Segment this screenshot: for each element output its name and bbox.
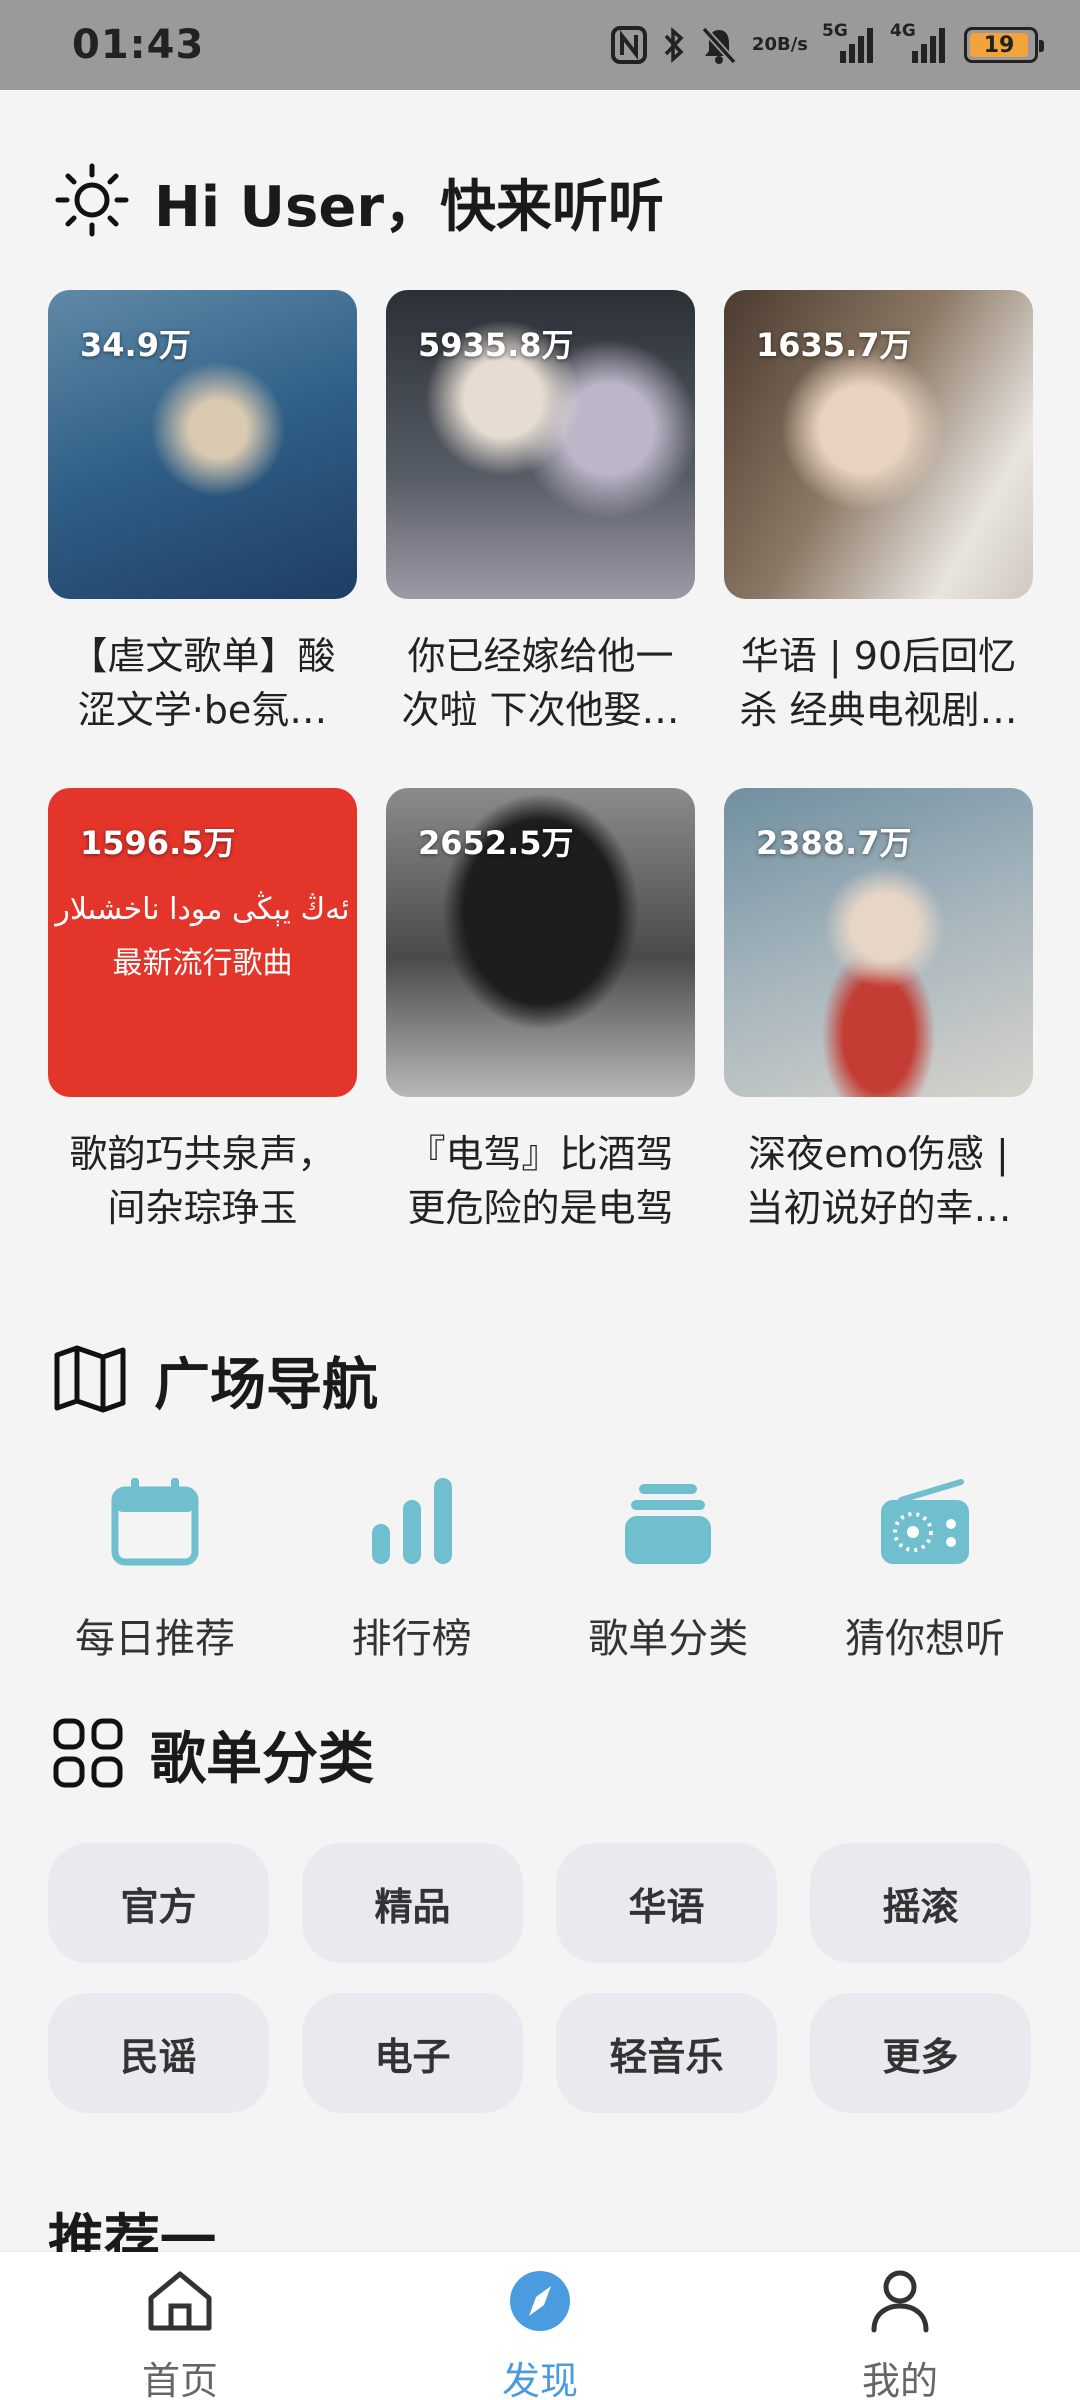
- playlist-title[interactable]: 【虐文歌单】酸涩文学·be氛…: [48, 629, 357, 737]
- tab-home[interactable]: 首页: [60, 2252, 300, 2400]
- plaza-title: 广场导航: [154, 1353, 378, 1418]
- signal-4g-icon: 4G: [890, 21, 950, 65]
- grid-icon: [52, 1717, 124, 1793]
- cover-caption-uyghur: ئەڭ يېڭى مودا ناخشىلار: [55, 892, 350, 927]
- net-speed-unit: B/s: [776, 34, 808, 55]
- category-chip[interactable]: 电子: [302, 1993, 523, 2113]
- nav-charts[interactable]: 排行榜: [297, 1470, 527, 1664]
- cover-caption-chinese: 最新流行歌曲: [112, 946, 293, 981]
- person-icon: [867, 2268, 933, 2338]
- category-chips: 官方 精品 华语 摇滚 民谣 电子 轻音乐 更多: [48, 1843, 1034, 2113]
- sun-icon: [52, 160, 132, 244]
- signal-4g-label: 4G: [890, 21, 916, 41]
- cover-caption: ئەڭ يېڭى مودا ناخشىلار 最新流行歌曲: [48, 883, 357, 991]
- playlist-cover[interactable]: 2388.7万: [724, 788, 1033, 1097]
- plaza-nav: 每日推荐 排行榜 歌单分类 猜你想听: [40, 1470, 1040, 1664]
- calendar-icon: [111, 1476, 199, 1570]
- nfc-icon: [610, 25, 648, 65]
- playlist-grid: 34.9万 【虐文歌单】酸涩文学·be氛… 5935.8万 你已经嫁给他一次啦 …: [48, 290, 1033, 1286]
- plaza-section-header: 广场导航: [52, 1340, 378, 1421]
- playlist-title[interactable]: 歌韵巧共泉声，间杂琮琤玉: [48, 1127, 357, 1235]
- nav-label: 每日推荐: [75, 1616, 235, 1662]
- signal-5g-label: 5G: [822, 21, 848, 41]
- playlist-card[interactable]: 1596.5万 ئەڭ يېڭى مودا ناخشىلار 最新流行歌曲 歌韵…: [48, 788, 357, 1286]
- battery-icon: 19: [964, 27, 1044, 63]
- nav-playlist-categories[interactable]: 歌单分类: [553, 1470, 783, 1664]
- playlist-title[interactable]: 华语 | 90后回忆杀 经典电视剧…: [724, 629, 1033, 737]
- category-title: 歌单分类: [150, 1727, 374, 1792]
- play-count: 34.9万: [80, 326, 191, 364]
- category-chip[interactable]: 华语: [556, 1843, 777, 1963]
- play-count: 1635.7万: [756, 326, 912, 364]
- playlist-card[interactable]: 1635.7万 华语 | 90后回忆杀 经典电视剧…: [724, 290, 1033, 788]
- map-icon: [52, 1343, 128, 1419]
- playlist-title[interactable]: 『电驾』比酒驾更危险的是电驾: [386, 1127, 695, 1235]
- playlist-cover[interactable]: 1596.5万 ئەڭ يېڭى مودا ناخشىلار 最新流行歌曲: [48, 788, 357, 1097]
- category-chip[interactable]: 轻音乐: [556, 1993, 777, 2113]
- greeting-header: Hi User，快来听听: [52, 160, 664, 244]
- bluetooth-icon: [662, 25, 686, 65]
- category-chip[interactable]: 民谣: [48, 1993, 269, 2113]
- playlist-card[interactable]: 2388.7万 深夜emo伤感 | 当初说好的幸…: [724, 788, 1033, 1286]
- playlist-cover[interactable]: 2652.5万: [386, 788, 695, 1097]
- playlist-cover[interactable]: 34.9万: [48, 290, 357, 599]
- playlist-card[interactable]: 34.9万 【虐文歌单】酸涩文学·be氛…: [48, 290, 357, 788]
- play-count: 1596.5万: [80, 824, 236, 862]
- category-chip[interactable]: 精品: [302, 1843, 523, 1963]
- bottom-tab-bar: 首页 发现 我的: [0, 2252, 1080, 2400]
- tab-label: 首页: [141, 2359, 218, 2400]
- play-count: 2388.7万: [756, 824, 912, 862]
- nav-label: 排行榜: [351, 1616, 472, 1662]
- playlist-card[interactable]: 2652.5万 『电驾』比酒驾更危险的是电驾: [386, 788, 695, 1286]
- signal-5g-icon: 5G: [822, 21, 876, 65]
- net-speed-value: 20: [751, 34, 777, 55]
- home-icon: [145, 2268, 215, 2338]
- bar-chart-icon: [370, 1476, 454, 1570]
- playlist-cover[interactable]: 5935.8万: [386, 290, 695, 599]
- play-count: 2652.5万: [418, 824, 574, 862]
- mute-bell-icon: [700, 25, 738, 65]
- category-section-header: 歌单分类: [52, 1714, 374, 1795]
- compass-icon: [507, 2268, 573, 2338]
- status-bar: 01:43 20 B/s 5G 4G 19: [0, 0, 1080, 90]
- play-count: 5935.8万: [418, 326, 574, 364]
- tab-label: 我的: [861, 2359, 938, 2400]
- nav-guess-you-like[interactable]: 猜你想听: [810, 1470, 1040, 1664]
- playlist-cover[interactable]: 1635.7万: [724, 290, 1033, 599]
- status-time: 01:43: [72, 22, 205, 68]
- nav-label: 歌单分类: [588, 1616, 749, 1662]
- nav-label: 猜你想听: [844, 1616, 1005, 1662]
- status-icons: 20 B/s 5G 4G 19: [610, 21, 1044, 65]
- playlist-title[interactable]: 深夜emo伤感 | 当初说好的幸…: [724, 1127, 1033, 1235]
- tab-mine[interactable]: 我的: [780, 2252, 1020, 2400]
- category-chip[interactable]: 摇滚: [810, 1843, 1031, 1963]
- category-chip[interactable]: 官方: [48, 1843, 269, 1963]
- tab-label: 发现: [501, 2359, 578, 2400]
- radio-icon: [879, 1478, 971, 1570]
- playlist-card[interactable]: 5935.8万 你已经嫁给他一次啦 下次他娶…: [386, 290, 695, 788]
- battery-level: 19: [970, 33, 1028, 58]
- category-chip-more[interactable]: 更多: [810, 1993, 1031, 2113]
- tab-discover[interactable]: 发现: [420, 2252, 660, 2400]
- nav-daily-recommend[interactable]: 每日推荐: [40, 1470, 270, 1664]
- stack-icon: [623, 1482, 713, 1570]
- greeting-title: Hi User，快来听听: [154, 174, 664, 240]
- net-speed: 20 B/s: [752, 36, 808, 54]
- playlist-title[interactable]: 你已经嫁给他一次啦 下次他娶…: [386, 629, 695, 737]
